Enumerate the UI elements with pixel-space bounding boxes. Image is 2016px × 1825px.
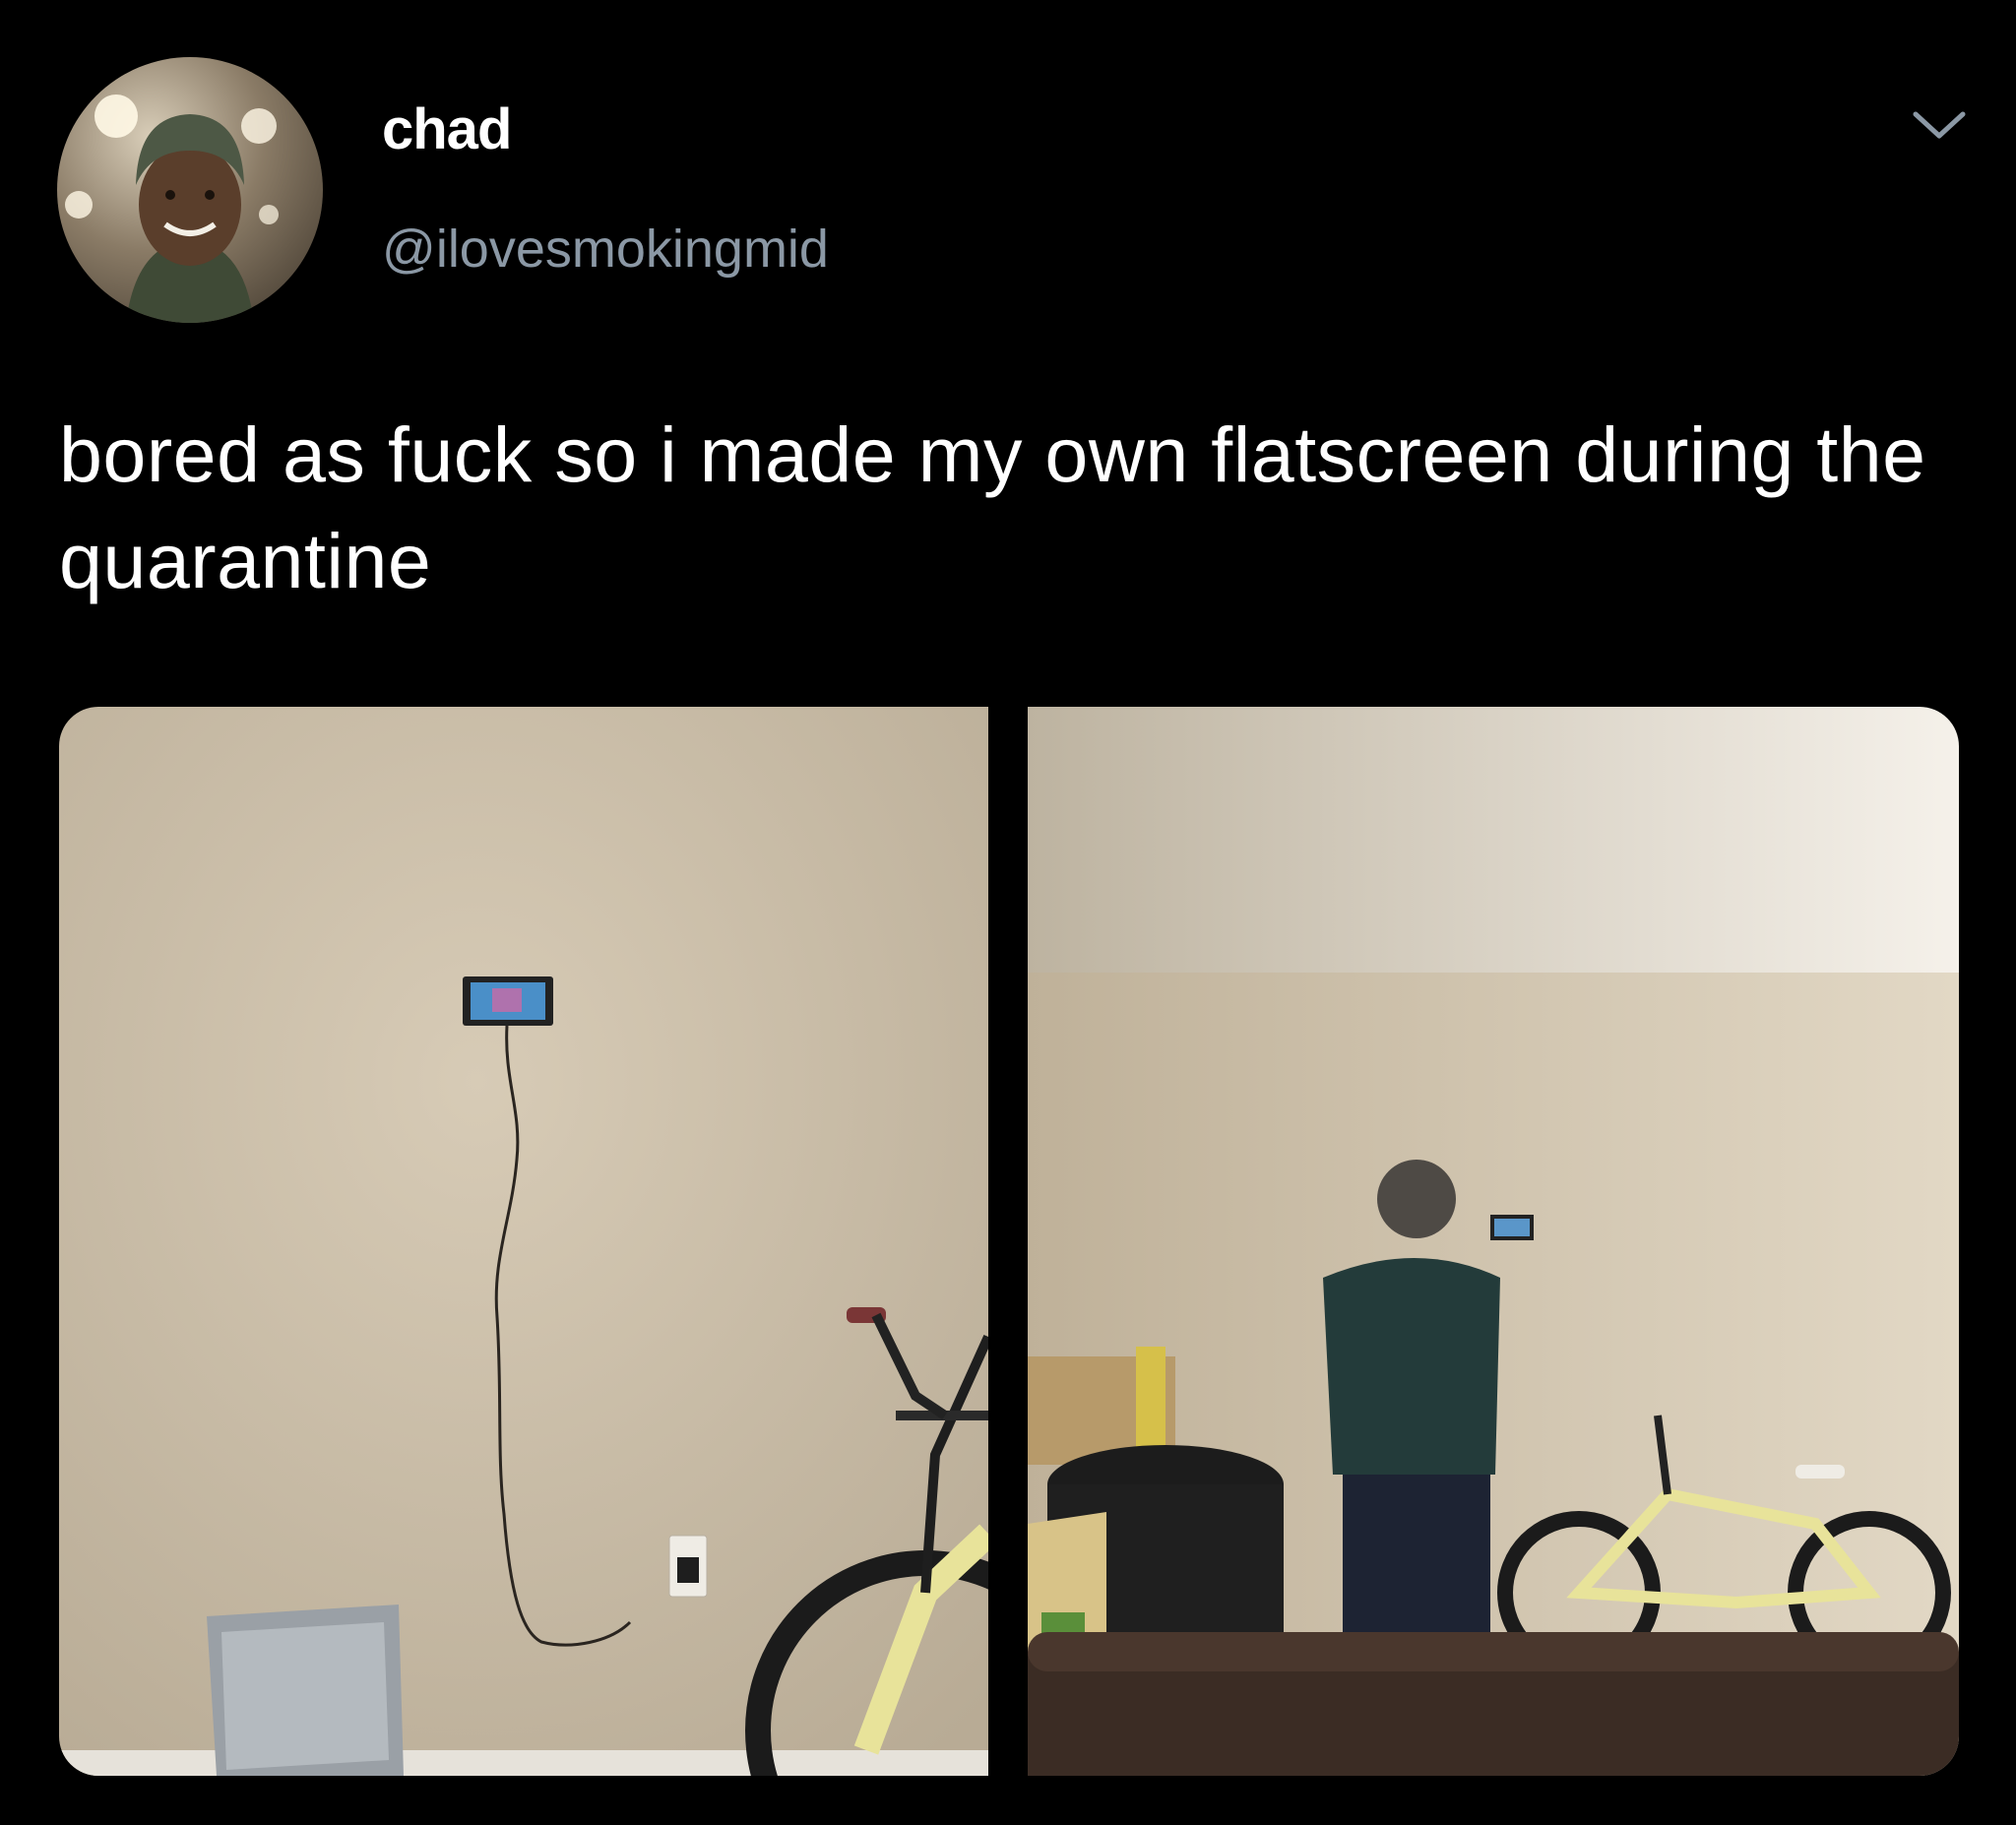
photo-right[interactable] <box>1028 707 1959 1776</box>
photo-left[interactable] <box>59 707 988 1776</box>
chevron-down-icon[interactable] <box>1910 106 1969 146</box>
tweet-text: bored as fuck so i made my own flatscree… <box>59 410 1926 604</box>
tweet: chad @ilovesmokingmid bored as fuck so i… <box>0 0 2016 1825</box>
avatar[interactable] <box>57 57 323 323</box>
media-grid <box>59 707 1959 1776</box>
user-handle[interactable]: @ilovesmokingmid <box>382 219 829 280</box>
display-name[interactable]: chad <box>382 96 512 162</box>
